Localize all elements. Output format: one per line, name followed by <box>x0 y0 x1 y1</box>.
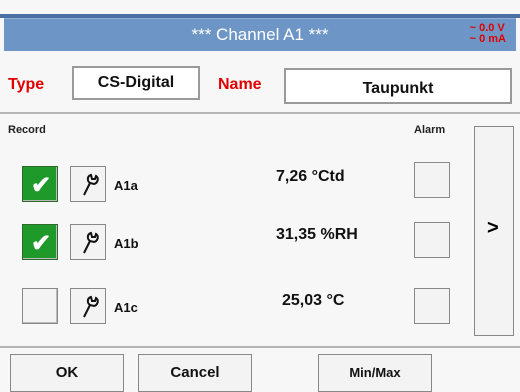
alarm-header: Alarm <box>414 124 446 136</box>
record-header: Record <box>8 124 46 136</box>
settings-button-a1c[interactable] <box>70 288 106 324</box>
value-a1c: 25,03 °C <box>282 292 345 309</box>
divider <box>0 112 520 114</box>
type-label: Type <box>8 76 45 93</box>
channel-label-a1a: A1a <box>114 178 138 193</box>
alarm-checkbox-a1c[interactable] <box>414 288 450 324</box>
settings-button-a1a[interactable] <box>70 166 106 202</box>
footer-divider <box>0 346 520 348</box>
current-readout: ~ 0 mA <box>469 33 506 45</box>
settings-button-a1b[interactable] <box>70 224 106 260</box>
channel-label-a1c: A1c <box>114 300 138 315</box>
wrench-icon <box>83 231 99 254</box>
channel-config-screen: *** Channel A1 *** ~ 0.0 V ~ 0 mA Type C… <box>0 0 520 392</box>
value-a1a: 7,26 °Ctd <box>276 168 345 185</box>
name-label: Name <box>218 76 262 93</box>
record-checkbox-a1a[interactable]: ✔ <box>22 166 58 202</box>
type-field[interactable]: CS-Digital <box>72 66 200 100</box>
cancel-button[interactable]: Cancel <box>138 354 252 392</box>
screen-title: *** Channel A1 *** <box>191 25 329 44</box>
title-bar: *** Channel A1 *** ~ 0.0 V ~ 0 mA <box>4 18 516 51</box>
signal-readout: ~ 0.0 V ~ 0 mA <box>470 23 506 45</box>
record-checkbox-a1c[interactable] <box>22 288 58 324</box>
minmax-button[interactable]: Min/Max <box>318 354 432 392</box>
channel-label-a1b: A1b <box>114 236 139 251</box>
alarm-checkbox-a1a[interactable] <box>414 162 450 198</box>
checkmark-icon: ✔ <box>31 172 52 199</box>
value-a1b: 31,35 %RH <box>276 226 358 243</box>
ok-button[interactable]: OK <box>10 354 124 392</box>
name-field[interactable]: Taupunkt <box>284 68 512 104</box>
record-checkbox-a1b[interactable]: ✔ <box>22 224 58 260</box>
alarm-checkbox-a1b[interactable] <box>414 222 450 258</box>
wrench-icon <box>83 295 99 318</box>
wrench-icon <box>83 173 99 196</box>
checkmark-icon: ✔ <box>31 230 52 257</box>
chevron-right-icon: > <box>487 217 499 239</box>
next-page-button[interactable]: > <box>474 126 514 336</box>
